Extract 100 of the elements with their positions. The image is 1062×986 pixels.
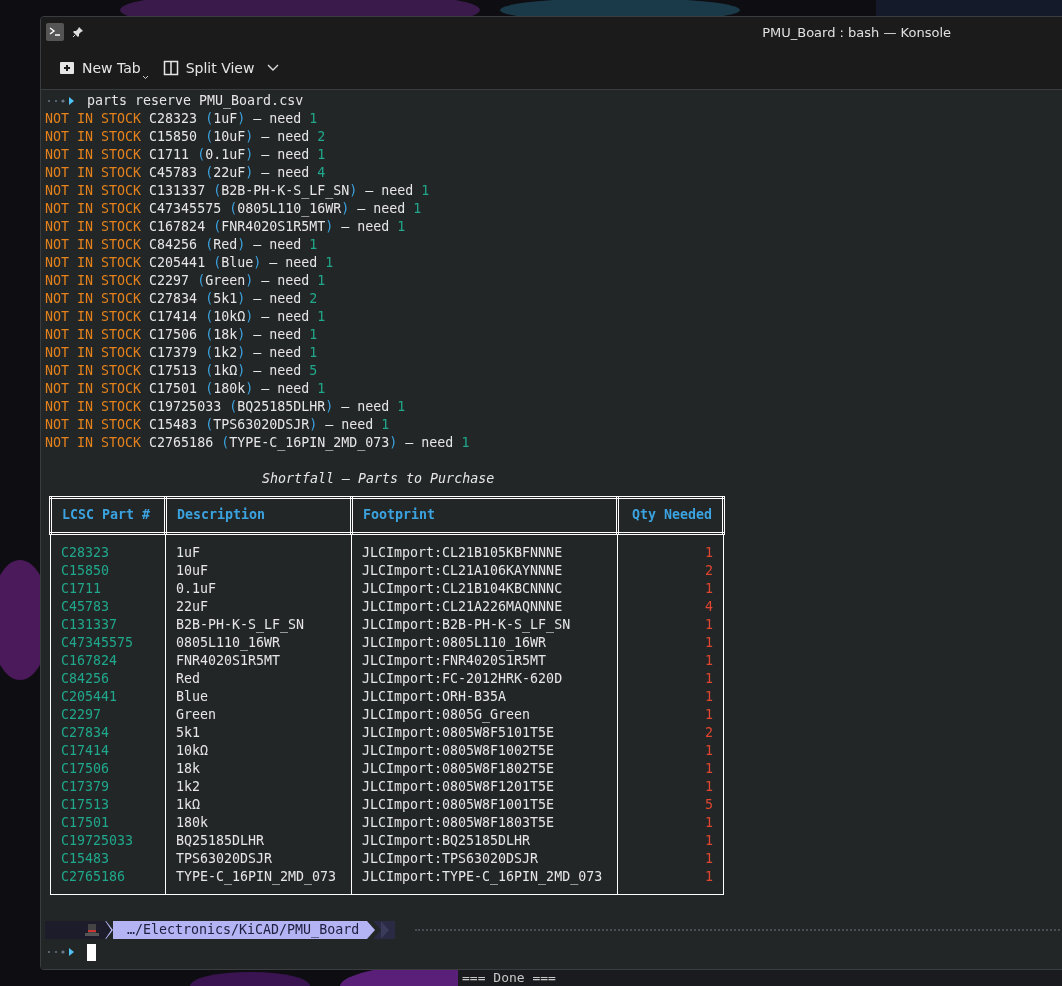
- table-cell: JLCImport:0805W8F1802T5E: [362, 761, 555, 776]
- table-cell: 1: [705, 869, 713, 884]
- output-line: NOT IN STOCK C2297 (Green) — need 1: [45, 272, 326, 290]
- table-cell: 1: [705, 779, 713, 794]
- table-cell: C2297: [61, 707, 102, 722]
- table-cell: 0805L110_16WR: [176, 635, 281, 650]
- table-cell: C15483: [61, 851, 110, 866]
- table-cell: Red: [176, 671, 201, 686]
- table-title: Shortfall — Parts to Purchase: [262, 470, 495, 488]
- output-line: NOT IN STOCK C2765186 (TYPE-C_16PIN_2MD_073) — need 1: [45, 434, 470, 452]
- table-cell: JLCImport:ORH-B35A: [362, 689, 507, 704]
- table-cell: C17513: [61, 797, 110, 812]
- column-header: Description: [165, 497, 352, 534]
- window-title: PMU_Board : bash — Konsole: [762, 24, 951, 40]
- table-cell: JLCImport:0805W8F1803T5E: [362, 815, 555, 830]
- output-line: NOT IN STOCK C17513 (1kΩ) — need 5: [45, 362, 318, 380]
- output-line: NOT IN STOCK C131337 (B2B-PH-K-S_LF_SN) — need 1: [45, 182, 430, 200]
- split-view-button[interactable]: Split View: [156, 56, 286, 80]
- table-cell: 2: [705, 563, 713, 578]
- table-cell: JLCImport:0805W8F1201T5E: [362, 779, 555, 794]
- table-cell: 1: [705, 851, 713, 866]
- table-cell: 1: [705, 635, 713, 650]
- table-cell: C205441: [61, 689, 118, 704]
- table-cell: JLCImport:CL21B105KBFNNNE: [362, 545, 563, 560]
- output-line: NOT IN STOCK C15850 (10uF) — need 2: [45, 128, 326, 146]
- table-cell: 1: [705, 743, 713, 758]
- table-cell: JLCImport:0805W8F1001T5E: [362, 797, 555, 812]
- caret-icon: [141, 75, 149, 80]
- table-cell: JLCImport:CL21A226MAQNNNE: [362, 599, 563, 614]
- table-cell: JLCImport:TYPE-C_16PIN_2MD_073: [362, 869, 603, 884]
- output-line: NOT IN STOCK C27834 (5k1) — need 2: [45, 290, 318, 308]
- table-cell: 10kΩ: [176, 743, 209, 758]
- table-cell: JLCImport:0805W8F1002T5E: [362, 743, 555, 758]
- table-cell: Blue: [176, 689, 209, 704]
- output-line: NOT IN STOCK C17414 (10kΩ) — need 1: [45, 308, 326, 326]
- table-cell: 1kΩ: [176, 797, 201, 812]
- output-line: NOT IN STOCK C17501 (180k) — need 1: [45, 380, 326, 398]
- table-cell: 1: [705, 815, 713, 830]
- pin-icon[interactable]: [72, 26, 84, 38]
- table-cell: JLCImport:CL21A106KAYNNNE: [362, 563, 563, 578]
- command-text: parts reserve PMU_Board.csv: [87, 92, 304, 110]
- table-cell: C27834: [61, 725, 110, 740]
- output-line: NOT IN STOCK C28323 (1uF) — need 1: [45, 110, 318, 128]
- output-line: NOT IN STOCK C1711 (0.1uF) — need 1: [45, 146, 326, 164]
- table-cell: C17379: [61, 779, 110, 794]
- table-cell: JLCImport:B2B-PH-K-S_LF_SN: [362, 617, 571, 632]
- output-line: NOT IN STOCK C47345575 (0805L110_16WR) — need 1: [45, 200, 422, 218]
- table-cell: C47345575: [61, 635, 134, 650]
- table-cell: B2B-PH-K-S_LF_SN: [176, 617, 305, 632]
- table-cell: C28323: [61, 545, 110, 560]
- column-header: Footprint: [351, 497, 618, 534]
- table-cell: C131337: [61, 617, 118, 632]
- table-cell: 1: [705, 707, 713, 722]
- column-header: LCSC Part #: [50, 497, 166, 534]
- table-cell: TYPE-C_16PIN_2MD_073: [176, 869, 337, 884]
- table-cell: 1: [705, 671, 713, 686]
- table-cell: JLCImport:FC-2012HRK-620D: [362, 671, 563, 686]
- table-cell: Green: [176, 707, 217, 722]
- table-cell: JLCImport:0805L110_16WR: [362, 635, 547, 650]
- output-line: NOT IN STOCK C205441 (Blue) — need 1: [45, 254, 334, 272]
- table-cell: 1uF: [176, 545, 201, 560]
- table-cell: C84256: [61, 671, 110, 686]
- table-cell: BQ25185DLHR: [176, 833, 265, 848]
- table-cell: C17506: [61, 761, 110, 776]
- output-line: NOT IN STOCK C17506 (18k) — need 1: [45, 326, 318, 344]
- table-cell: 0.1uF: [176, 581, 217, 596]
- table-cell: C45783: [61, 599, 110, 614]
- table-cell: TPS63020DSJR: [176, 851, 273, 866]
- table-cell: 1: [705, 833, 713, 848]
- table-cell: C17501: [61, 815, 110, 830]
- column-header: Qty Needed: [617, 497, 724, 534]
- table-cell: JLCImport:TPS63020DSJR: [362, 851, 539, 866]
- table-cell: 5k1: [176, 725, 201, 740]
- table-cell: JLCImport:FNR4020S1R5MT: [362, 653, 547, 668]
- output-line: NOT IN STOCK C19725033 (BQ25185DLHR) — need 1: [45, 398, 406, 416]
- table-cell: 10uF: [176, 563, 209, 578]
- table-cell: C167824: [61, 653, 118, 668]
- output-line: NOT IN STOCK C84256 (Red) — need 1: [45, 236, 318, 254]
- table-cell: 1: [705, 653, 713, 668]
- add-tab-icon: [59, 60, 75, 76]
- table-cell: 5: [705, 797, 713, 812]
- output-line: NOT IN STOCK C15483 (TPS63020DSJR) — need 1: [45, 416, 390, 434]
- terminal-text: === Done ===: [462, 970, 556, 985]
- table-cell: C17414: [61, 743, 110, 758]
- output-line: NOT IN STOCK C17379 (1k2) — need 1: [45, 344, 318, 362]
- table-cell: C1711: [61, 581, 102, 596]
- new-tab-button[interactable]: New Tab: [53, 56, 147, 80]
- table-cell: JLCImport:BQ25185DLHR: [362, 833, 531, 848]
- table-cell: C15850: [61, 563, 110, 578]
- table-cell: 1: [705, 689, 713, 704]
- table-cell: 22uF: [176, 599, 209, 614]
- table-cell: FNR4020S1R5MT: [176, 653, 281, 668]
- table-cell: C19725033: [61, 833, 134, 848]
- table-cell: 4: [705, 599, 713, 614]
- table-cell: 2: [705, 725, 713, 740]
- output-line: NOT IN STOCK C167824 (FNR4020S1R5MT) — need 1: [45, 218, 406, 236]
- table-cell: JLCImport:0805G_Green: [362, 707, 531, 722]
- top-hat-icon: [85, 923, 99, 937]
- table-cell: 18k: [176, 761, 201, 776]
- table-cell: 1: [705, 545, 713, 560]
